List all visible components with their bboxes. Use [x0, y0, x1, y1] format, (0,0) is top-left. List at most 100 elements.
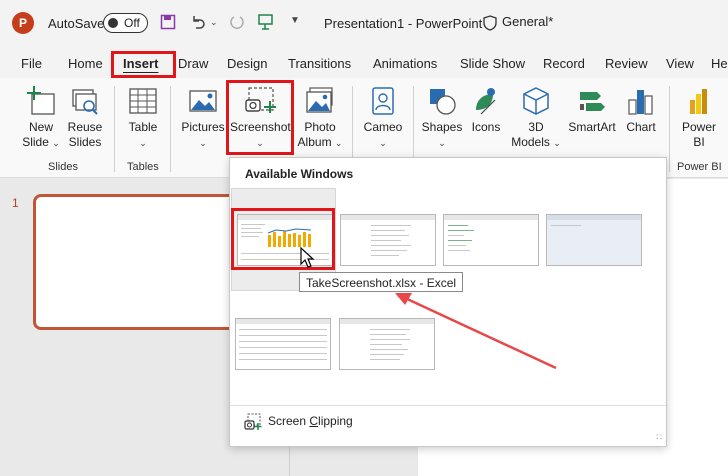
- thumbnail-line: [448, 225, 468, 226]
- thumbnail-line: [370, 349, 408, 350]
- smartart-icon: [580, 92, 605, 111]
- chevron-down-icon: ⌄: [139, 138, 147, 148]
- thumbnail-line: [239, 329, 327, 330]
- thumbnail-line: [371, 250, 407, 251]
- shapes-label: Shapes: [421, 120, 463, 134]
- thumbnail-line: [370, 329, 410, 330]
- group-label-slides: Slides: [48, 161, 78, 173]
- photo-album-button[interactable]: Photo Album ⌄: [296, 86, 344, 151]
- pictures-icon: [189, 90, 217, 112]
- thumbnail-line: [370, 344, 402, 345]
- tab-animations[interactable]: Animations: [373, 56, 437, 71]
- thumbnail-line: [239, 347, 327, 348]
- cameo-button[interactable]: Cameo ⌄: [360, 86, 406, 151]
- thumbnail-line: [370, 334, 406, 335]
- tab-draw[interactable]: Draw: [178, 56, 208, 71]
- chart-button[interactable]: Chart: [620, 86, 662, 135]
- reuse-slides-button[interactable]: Reuse Slides: [64, 86, 106, 150]
- screen-clipping-icon: [244, 413, 262, 430]
- autosave-label: AutoSave: [48, 16, 105, 31]
- power-bi-icon: [690, 89, 707, 114]
- reuse-slides-label-2: Slides: [68, 135, 102, 149]
- window-titlebar: [341, 215, 435, 220]
- thumbnail-line: [448, 240, 472, 241]
- chevron-down-icon: ⌄: [199, 138, 207, 148]
- window-thumbnail-spreadsheet[interactable]: [235, 318, 331, 370]
- chevron-down-icon: ⌄: [553, 138, 561, 148]
- thumbnail-line: [371, 230, 405, 231]
- photo-album-label-2: Album: [297, 135, 332, 149]
- resize-grip-icon[interactable]: ∷: [656, 432, 662, 443]
- chevron-down-icon: ⌄: [334, 138, 343, 148]
- 3d-models-button[interactable]: 3D Models ⌄: [508, 86, 564, 151]
- tab-transitions[interactable]: Transitions: [288, 56, 351, 71]
- tab-slide-show[interactable]: Slide Show: [460, 56, 525, 71]
- window-thumbnail-document[interactable]: [340, 214, 436, 266]
- screen-clipping-menu-item[interactable]: Screen Clipping: [268, 414, 353, 428]
- redo-icon[interactable]: [228, 14, 244, 30]
- present-icon[interactable]: [257, 13, 275, 31]
- pictures-label: Pictures: [181, 120, 225, 134]
- group-divider: [170, 86, 171, 172]
- power-bi-label-1: Power: [681, 120, 716, 134]
- screenshot-button-highlight: [226, 80, 294, 155]
- tab-file[interactable]: File: [21, 56, 42, 71]
- icons-label: Icons: [471, 120, 501, 134]
- available-windows-heading: Available Windows: [245, 167, 354, 181]
- cameo-icon: [372, 87, 394, 115]
- window-thumbnail-app[interactable]: [546, 214, 642, 266]
- thumbnail-line: [448, 235, 464, 236]
- thumbnail-line: [448, 230, 474, 231]
- undo-icon[interactable]: [190, 14, 206, 30]
- screenshot-dropdown: Available Windows Screen Clipping ∷: [229, 157, 667, 447]
- mouse-pointer-icon: [300, 247, 315, 268]
- window-thumbnail-editor[interactable]: [443, 214, 539, 266]
- smartart-label: SmartArt: [568, 120, 616, 134]
- smartart-button[interactable]: SmartArt: [566, 86, 618, 135]
- undo-dropdown-icon[interactable]: ⌄: [210, 17, 218, 28]
- icons-button[interactable]: Icons: [466, 86, 506, 135]
- ribbon-tabs: File Home Insert Draw Design Transitions…: [0, 48, 728, 78]
- chevron-down-icon: ⌄: [379, 138, 387, 148]
- autosave-state: Off: [124, 16, 140, 30]
- tab-home[interactable]: Home: [68, 56, 103, 71]
- pictures-button[interactable]: Pictures ⌄: [178, 86, 228, 151]
- powerpoint-logo-icon: P: [12, 12, 34, 34]
- document-title: Presentation1 - PowerPoint: [324, 16, 483, 31]
- sensitivity-label[interactable]: General*: [502, 14, 553, 29]
- window-titlebar: [236, 319, 330, 324]
- tab-view[interactable]: View: [666, 56, 694, 71]
- thumbnail-line: [239, 359, 327, 360]
- tab-help[interactable]: He: [711, 56, 728, 71]
- thumbnail-line: [370, 339, 410, 340]
- thumbnail-line: [239, 353, 327, 354]
- window-thumbnail-document-2[interactable]: [339, 318, 435, 370]
- autosave-toggle[interactable]: Off: [103, 13, 148, 33]
- chart-icon: [628, 90, 653, 115]
- group-label-tables: Tables: [127, 161, 159, 173]
- table-label: Table: [128, 120, 158, 134]
- group-divider: [114, 86, 115, 172]
- table-icon: [129, 88, 157, 114]
- tab-design[interactable]: Design: [227, 56, 267, 71]
- power-bi-button[interactable]: Power BI: [678, 86, 720, 150]
- reuse-slides-label-1: Reuse: [67, 120, 103, 134]
- window-titlebar: [444, 215, 538, 220]
- group-divider: [669, 86, 670, 172]
- table-button[interactable]: Table ⌄: [122, 86, 164, 151]
- group-label-power-bi: Power BI: [677, 161, 722, 173]
- tab-review[interactable]: Review: [605, 56, 648, 71]
- save-icon[interactable]: [160, 14, 176, 30]
- slide-thumbnail[interactable]: [33, 194, 255, 330]
- insert-tab-highlight: [111, 51, 176, 78]
- 3d-models-label-2: Models: [511, 135, 550, 149]
- chart-label: Chart: [626, 120, 656, 134]
- shapes-icon: [430, 89, 456, 115]
- tab-record[interactable]: Record: [543, 56, 585, 71]
- window-titlebar: [340, 319, 434, 324]
- new-slide-button[interactable]: New Slide ⌄: [20, 86, 62, 151]
- shapes-button[interactable]: Shapes ⌄: [420, 86, 464, 151]
- chevron-down-icon: ⌄: [438, 138, 446, 148]
- customize-icon[interactable]: ▼: [290, 15, 300, 26]
- 3d-models-label-1: 3D: [528, 120, 544, 134]
